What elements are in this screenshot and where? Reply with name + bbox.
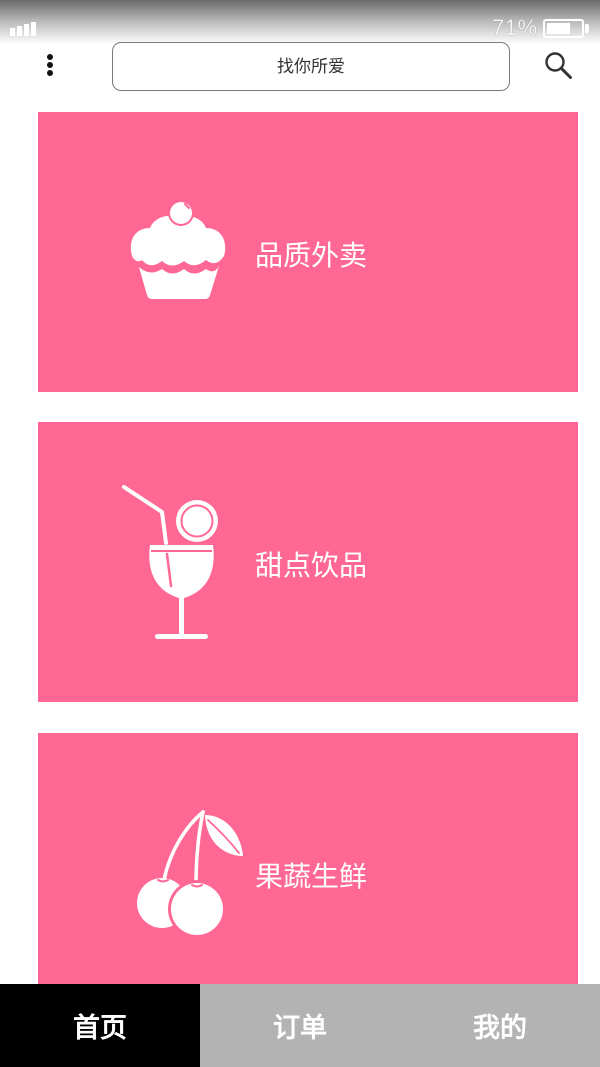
category-label: 甜点饮品 [255, 549, 368, 582]
more-vertical-icon[interactable] [46, 54, 54, 78]
menu-dot [47, 62, 53, 68]
battery-level-fill [547, 23, 571, 34]
category-label: 果蔬生鲜 [255, 860, 368, 893]
cupcake-icon [130, 200, 226, 299]
signal-icon [10, 22, 36, 36]
menu-dot [47, 70, 53, 76]
tab-label: 我的 [473, 1013, 527, 1044]
category-label: 品质外卖 [255, 239, 368, 272]
tab-profile[interactable]: 我的 [400, 984, 600, 1067]
tab-orders[interactable]: 订单 [200, 984, 400, 1067]
battery-percentage: 71% [492, 15, 538, 40]
search-button[interactable] [543, 50, 575, 82]
signal-bar [17, 26, 22, 36]
bottom-tab-bar: 首页 订单 我的 [0, 984, 600, 1067]
tab-label: 首页 [73, 1013, 127, 1044]
tab-home[interactable]: 首页 [0, 984, 200, 1067]
search-input[interactable] [112, 42, 510, 91]
menu-dot [47, 54, 53, 60]
battery-nub [585, 24, 589, 33]
signal-bar [24, 24, 29, 36]
category-card-takeaway[interactable]: 品质外卖 [38, 112, 578, 392]
signal-bar [10, 28, 15, 36]
cocktail-icon [122, 485, 220, 639]
search-icon [545, 52, 572, 79]
status-bar: 71% [0, 0, 600, 44]
signal-bar [31, 22, 36, 36]
cherry-icon [137, 810, 243, 938]
tab-label: 订单 [273, 1013, 327, 1044]
battery-icon [543, 19, 584, 38]
category-card-desserts-drinks[interactable]: 甜点饮品 [38, 422, 578, 702]
category-card-fresh-produce[interactable]: 果蔬生鲜 [38, 733, 578, 1013]
